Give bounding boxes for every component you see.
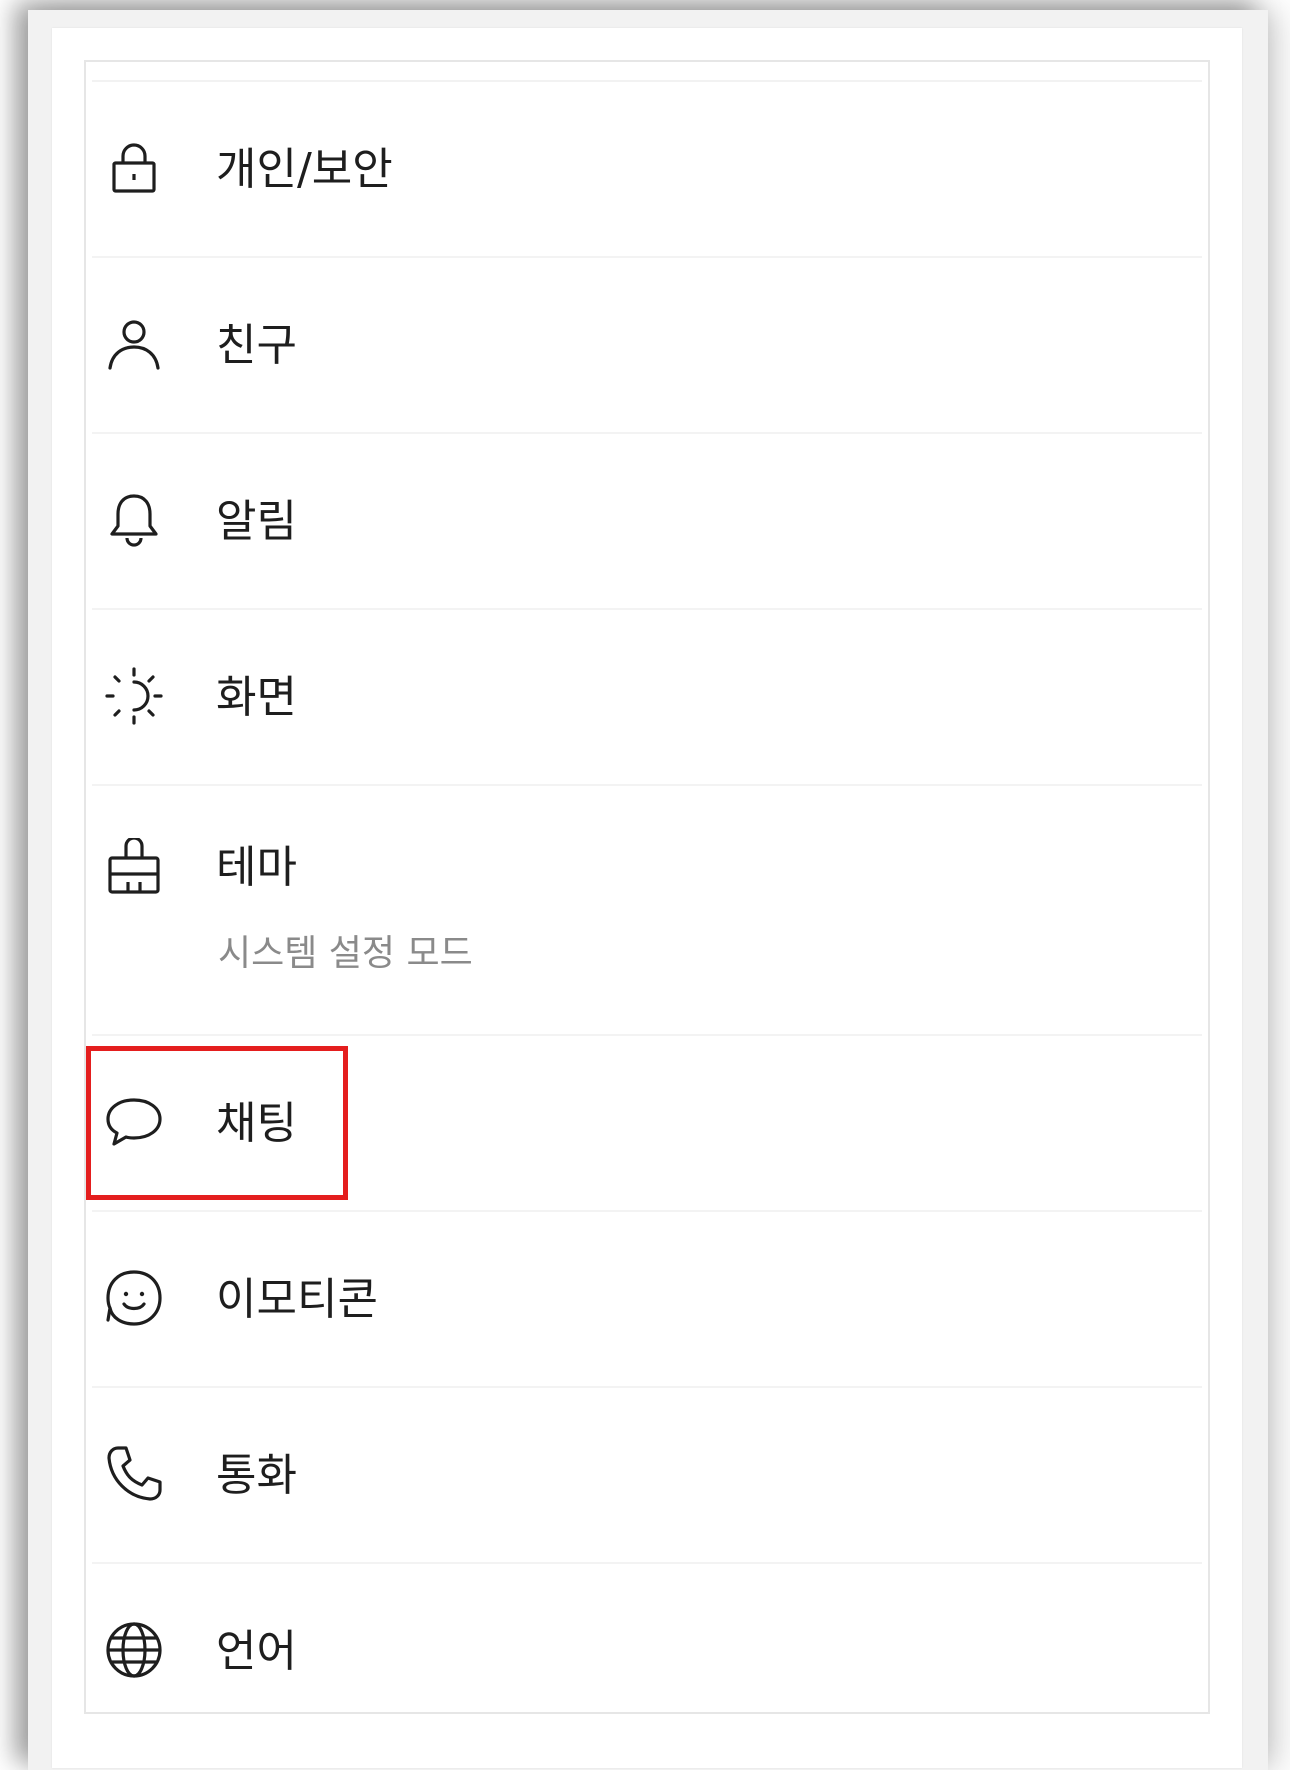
settings-item-friends[interactable]: 친구 bbox=[92, 258, 1202, 434]
settings-item-display[interactable]: 화면 bbox=[92, 610, 1202, 786]
settings-item-privacy-security[interactable]: 개인/보안 bbox=[92, 82, 1202, 258]
settings-item-theme[interactable]: 테마 시스템 설정 모드 bbox=[92, 786, 1202, 1036]
brightness-icon bbox=[104, 666, 164, 726]
phone-icon bbox=[104, 1444, 164, 1504]
settings-item-label: 언어 bbox=[216, 1626, 297, 1677]
person-icon bbox=[104, 314, 164, 374]
brush-icon bbox=[104, 838, 164, 898]
settings-item-calls[interactable]: 통화 bbox=[92, 1388, 1202, 1564]
settings-menu: 개인/보안 친구 알림 화면 테마 시스템 설정 모드 채팅 이모티콘 통화 언… bbox=[86, 82, 1208, 1740]
emoticon-icon bbox=[104, 1268, 164, 1328]
settings-item-notifications[interactable]: 알림 bbox=[92, 434, 1202, 610]
settings-item-label: 화면 bbox=[216, 672, 297, 723]
settings-item-label: 테마 bbox=[216, 842, 297, 893]
settings-panel: 개인/보안 친구 알림 화면 테마 시스템 설정 모드 채팅 이모티콘 통화 언… bbox=[84, 60, 1210, 1714]
settings-item-sublabel: 시스템 설정 모드 bbox=[218, 933, 473, 974]
bell-icon bbox=[104, 490, 164, 550]
settings-item-label: 이모티콘 bbox=[216, 1274, 378, 1325]
settings-item-label: 알림 bbox=[216, 496, 297, 547]
settings-item-label: 개인/보안 bbox=[216, 144, 393, 195]
settings-item-label: 통화 bbox=[216, 1450, 297, 1501]
settings-item-emoticons[interactable]: 이모티콘 bbox=[92, 1212, 1202, 1388]
settings-item-label: 친구 bbox=[216, 320, 297, 371]
lock-icon bbox=[104, 138, 164, 198]
highlight-box-chat bbox=[86, 1046, 348, 1200]
globe-icon bbox=[104, 1620, 164, 1680]
settings-item-language[interactable]: 언어 bbox=[92, 1564, 1202, 1740]
